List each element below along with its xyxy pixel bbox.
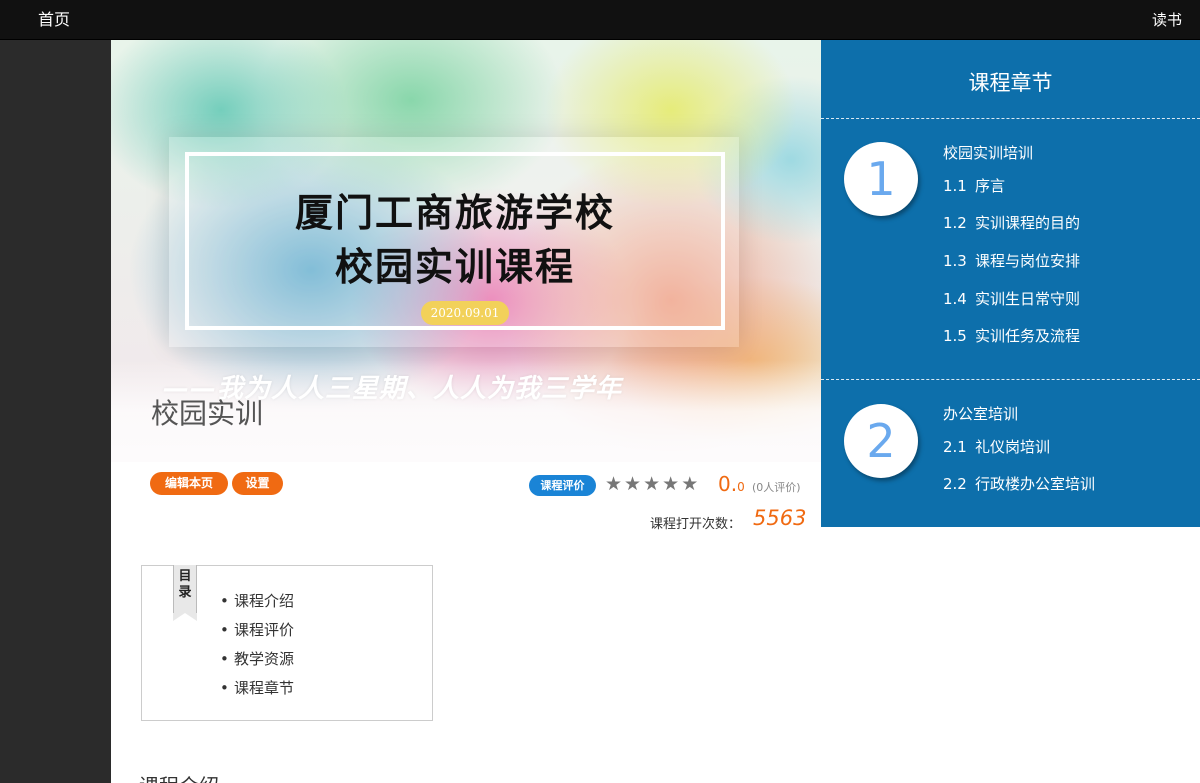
star-icon[interactable]: ★ (662, 473, 681, 495)
banner-date: 2020.09.01 (421, 301, 509, 325)
read-link[interactable]: 读书 (1152, 9, 1182, 30)
star-icon[interactable]: ★ (643, 473, 662, 495)
score-decimal: 0 (737, 480, 745, 494)
toc-item[interactable]: 课程章节 (220, 674, 294, 703)
edit-page-button[interactable]: 编辑本页 (150, 472, 228, 495)
course-rating-badge: 课程评价 (529, 475, 596, 496)
score-int: 0. (718, 472, 738, 496)
rating-stars[interactable]: ★★★★★ (605, 473, 700, 495)
chapter-item[interactable]: 1.4 实训生日常守则 (943, 288, 1080, 309)
toc-ribbon-text: 目录 (178, 569, 192, 600)
chapter-heading[interactable]: 办公室培训 (943, 403, 1018, 424)
rating-count: (0人评价) (752, 481, 801, 494)
course-name: 校园实训 (151, 397, 264, 430)
section-heading-intro: 课程介绍 (139, 770, 219, 783)
chapters-title: 课程章节 (968, 71, 1053, 95)
chapter-item-label: 实训生日常守则 (975, 290, 1081, 308)
chapter-item-label: 序言 (975, 177, 1006, 195)
chapter-item-label: 课程与岗位安排 (975, 252, 1081, 270)
chapter-item[interactable]: 1.3 课程与岗位安排 (943, 250, 1080, 271)
settings-button[interactable]: 设置 (232, 472, 283, 495)
star-icon[interactable]: ★ (624, 473, 643, 495)
toc-ribbon-label: 目录 (174, 569, 196, 601)
top-navbar: 首页 读书 (0, 0, 1200, 40)
rating-score: 0.0 (718, 472, 745, 496)
chapter-item-label: 实训课程的目的 (975, 214, 1081, 232)
toc-item[interactable]: 课程介绍 (220, 587, 294, 616)
main-content: 厦门工商旅游学校 校园实训课程 2020.09.01 ——我为人人三星期、人人为… (111, 40, 1200, 783)
chapter-item-number: 1.4 (943, 290, 967, 308)
chapter-item[interactable]: 1.2 实训课程的目的 (943, 212, 1080, 233)
toc-ribbon: 目录 (173, 565, 197, 621)
open-count-label: 课程打开次数： (650, 517, 742, 532)
chapter-item-label: 实训任务及流程 (975, 327, 1081, 345)
chapter-item[interactable]: 1.1 序言 (943, 175, 1005, 196)
home-link[interactable]: 首页 (38, 6, 70, 30)
left-gutter (0, 40, 111, 783)
chapter-item-label: 礼仪岗培训 (975, 438, 1051, 456)
chapter-item-label: 行政楼办公室培训 (975, 475, 1096, 493)
star-icon[interactable]: ★ (605, 473, 624, 495)
chapter-heading[interactable]: 校园实训培训 (943, 142, 1033, 163)
chapters-divider (821, 379, 1200, 380)
chapter-item-number: 2.1 (943, 438, 967, 456)
toc-list: 课程介绍 课程评价 教学资源 课程章节 (220, 587, 294, 703)
banner-title-line2: 校园实训课程 (334, 244, 575, 289)
toc-item[interactable]: 教学资源 (220, 645, 294, 674)
chapters-panel: 课程章节 1 校园实训培训 1.1 序言 1.2 实训课程的目的 1.3 课程与岗位安… (821, 40, 1200, 527)
chapter-item[interactable]: 1.5 实训任务及流程 (943, 325, 1080, 346)
chapter-item-number: 1.1 (943, 177, 967, 195)
table-of-contents: 目录 课程介绍 课程评价 教学资源 课程章节 (141, 565, 433, 721)
chapter-number-badge: 1 (844, 142, 918, 216)
star-icon[interactable]: ★ (681, 473, 700, 495)
chapter-item-number: 1.2 (943, 214, 967, 232)
chapter-item-number: 2.2 (943, 475, 967, 493)
toc-item[interactable]: 课程评价 (220, 616, 294, 645)
course-banner: 厦门工商旅游学校 校园实训课程 2020.09.01 ——我为人人三星期、人人为… (111, 40, 821, 462)
chapters-divider (821, 118, 1200, 119)
chapter-item[interactable]: 2.2 行政楼办公室培训 (943, 473, 1095, 494)
chapter-item-number: 1.5 (943, 327, 967, 345)
open-count-value: 5563 (753, 506, 807, 530)
banner-title-line1: 厦门工商旅游学校 (294, 190, 615, 235)
chapter-item[interactable]: 2.1 礼仪岗培训 (943, 436, 1050, 457)
chapter-item-number: 1.3 (943, 252, 967, 270)
chapter-number-badge: 2 (844, 404, 918, 478)
